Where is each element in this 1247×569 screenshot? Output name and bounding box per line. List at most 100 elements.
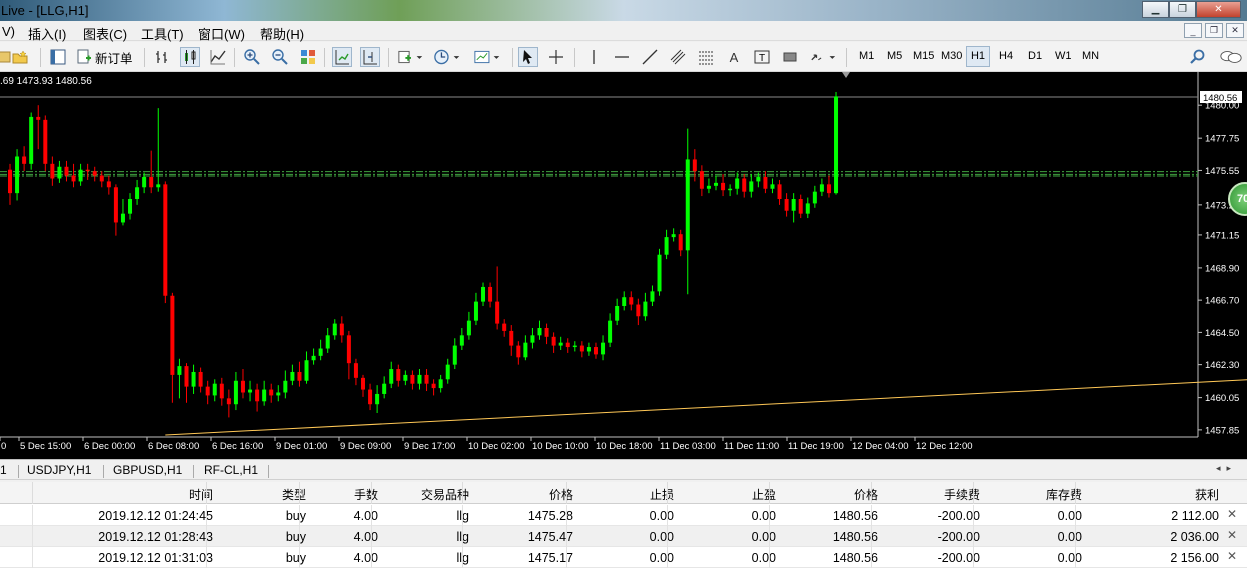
mdi-minimize-icon[interactable]: _ — [1184, 23, 1202, 38]
toolbar-separator — [234, 48, 235, 67]
restore-icon[interactable]: ❐ — [1169, 1, 1196, 18]
table-cell: 2019.12.12 01:28:43 — [98, 530, 213, 544]
periodicity-dropdown[interactable] — [432, 47, 464, 67]
chart-shift-icon[interactable] — [360, 47, 380, 67]
timeframe-m15-button[interactable]: M15 — [913, 50, 934, 62]
auto-scroll-icon[interactable] — [332, 47, 352, 67]
column-header[interactable]: 止损 — [574, 486, 674, 503]
text-label-icon[interactable]: T — [752, 47, 772, 67]
vertical-line-icon[interactable] — [584, 47, 604, 67]
column-divider[interactable] — [462, 482, 463, 504]
close-order-icon[interactable]: ✕ — [1227, 549, 1237, 563]
cell-divider — [566, 547, 567, 568]
chat-icon[interactable] — [1218, 47, 1244, 67]
zoom-out-icon[interactable] — [270, 47, 290, 67]
tab-chart-gbpusd[interactable]: GBPUSD,H1 — [113, 463, 182, 477]
close-order-icon[interactable]: ✕ — [1227, 528, 1237, 542]
candle-body — [8, 169, 12, 194]
text-icon[interactable]: A — [724, 47, 744, 67]
x-tick-label: 6 Dec 08:00 — [148, 441, 199, 452]
equidistant-channel-icon[interactable] — [668, 47, 688, 67]
column-header[interactable]: 价格 — [777, 486, 878, 503]
column-header[interactable]: 时间 — [40, 486, 213, 503]
table-row[interactable]: 2019.12.12 01:31:03 buy 4.00llg 1475.17 0.00… — [0, 547, 1247, 568]
tab-chart-usdjpy[interactable]: USDJPY,H1 — [27, 463, 91, 477]
column-divider[interactable] — [32, 482, 33, 504]
candle-body — [459, 335, 464, 346]
timeframe-mn-button[interactable]: MN — [1082, 50, 1099, 62]
tab-chart-llg[interactable]: 1 — [0, 463, 7, 477]
rectangle-icon[interactable] — [780, 47, 800, 67]
table-cell: 0.00 — [649, 530, 674, 544]
table-cell: buy — [285, 551, 306, 565]
column-header[interactable]: 手续费 — [879, 486, 980, 503]
price-chart[interactable]: 1480.00 1477.75 1475.55 1473.20 1471.15 1468.… — [0, 72, 1247, 459]
search-icon[interactable] — [1188, 47, 1208, 67]
timeframe-w1-button[interactable]: W1 — [1055, 50, 1072, 62]
candle-body — [353, 363, 358, 378]
trendline-icon[interactable] — [640, 47, 660, 67]
column-divider[interactable] — [973, 482, 974, 504]
column-divider[interactable] — [371, 482, 372, 504]
close-icon[interactable]: ✕ — [1196, 1, 1241, 18]
timeframe-m5-button[interactable]: M5 — [887, 50, 902, 62]
menu-window[interactable]: 窗口(W) — [198, 24, 245, 43]
column-divider[interactable] — [1075, 482, 1076, 504]
column-divider[interactable] — [871, 482, 872, 504]
cursor-icon[interactable] — [518, 47, 538, 67]
timeframe-m1-button[interactable]: M1 — [859, 50, 874, 62]
column-header[interactable]: 手数 — [307, 486, 378, 503]
minimize-icon[interactable]: ▁ — [1142, 1, 1169, 18]
tile-windows-icon[interactable] — [298, 47, 318, 67]
table-row[interactable]: 2019.12.12 01:28:43 buy 4.00llg 1475.47 0.00… — [0, 526, 1247, 547]
table-row[interactable]: 2019.12.12 01:24:45 buy 4.00llg 1475.28 0.00… — [0, 505, 1247, 526]
column-header[interactable]: 止盈 — [675, 486, 776, 503]
new-order-button[interactable]: 新订单 — [76, 47, 133, 67]
tab-scroll-arrows-icon[interactable]: ◂▸ — [1216, 463, 1237, 474]
folder-star-icon[interactable] — [10, 47, 30, 67]
column-divider[interactable] — [299, 482, 300, 504]
candle-body — [50, 163, 55, 179]
crosshair-icon[interactable] — [546, 47, 566, 67]
market-watch-icon[interactable] — [48, 47, 68, 67]
templates-dropdown[interactable] — [472, 47, 504, 67]
column-header[interactable]: 获利 — [1083, 486, 1219, 503]
column-header[interactable]: 类型 — [214, 486, 306, 503]
column-divider[interactable] — [566, 482, 567, 504]
menu-tools[interactable]: 工具(T) — [141, 24, 184, 43]
column-header[interactable]: 交易品种 — [379, 486, 469, 503]
column-header[interactable]: 价格 — [470, 486, 573, 503]
window-title: Live - [LLG,H1] — [1, 3, 89, 18]
menu-charts[interactable]: 图表(C) — [83, 24, 127, 43]
fibonacci-icon[interactable] — [696, 47, 716, 67]
candle-body — [403, 374, 408, 381]
tab-separator — [103, 465, 104, 478]
table-cell: -200.00 — [937, 530, 980, 544]
menu-insert[interactable]: 插入(I) — [28, 24, 66, 43]
bar-chart-icon[interactable] — [152, 47, 172, 67]
tab-chart-rf-cl[interactable]: RF-CL,H1 — [204, 463, 258, 477]
arrows-dropdown[interactable] — [808, 47, 838, 67]
candle-body — [438, 379, 443, 389]
column-divider[interactable] — [206, 482, 207, 504]
table-cell: 2 112.00 — [1171, 509, 1219, 523]
column-divider[interactable] — [667, 482, 668, 504]
column-divider[interactable] — [769, 482, 770, 504]
timeframe-h1-button[interactable]: H1 — [966, 46, 990, 67]
close-order-icon[interactable]: ✕ — [1227, 507, 1237, 521]
x-tick-label: 11 Dec 19:00 — [788, 441, 844, 452]
candlestick-icon[interactable] — [180, 47, 200, 67]
menu-view[interactable]: V) — [2, 24, 15, 39]
candle-body — [78, 169, 83, 182]
zoom-in-icon[interactable] — [242, 47, 262, 67]
horizontal-line-icon[interactable] — [612, 47, 632, 67]
mdi-close-icon[interactable]: ✕ — [1226, 23, 1244, 38]
mdi-restore-icon[interactable]: ❐ — [1205, 23, 1223, 38]
timeframe-d1-button[interactable]: D1 — [1028, 50, 1042, 62]
indicators-dropdown[interactable] — [396, 47, 426, 67]
menu-help[interactable]: 帮助(H) — [260, 24, 304, 43]
column-header[interactable]: 库存费 — [981, 486, 1082, 503]
timeframe-h4-button[interactable]: H4 — [999, 50, 1013, 62]
line-chart-icon[interactable] — [208, 47, 228, 67]
timeframe-m30-button[interactable]: M30 — [941, 50, 962, 62]
